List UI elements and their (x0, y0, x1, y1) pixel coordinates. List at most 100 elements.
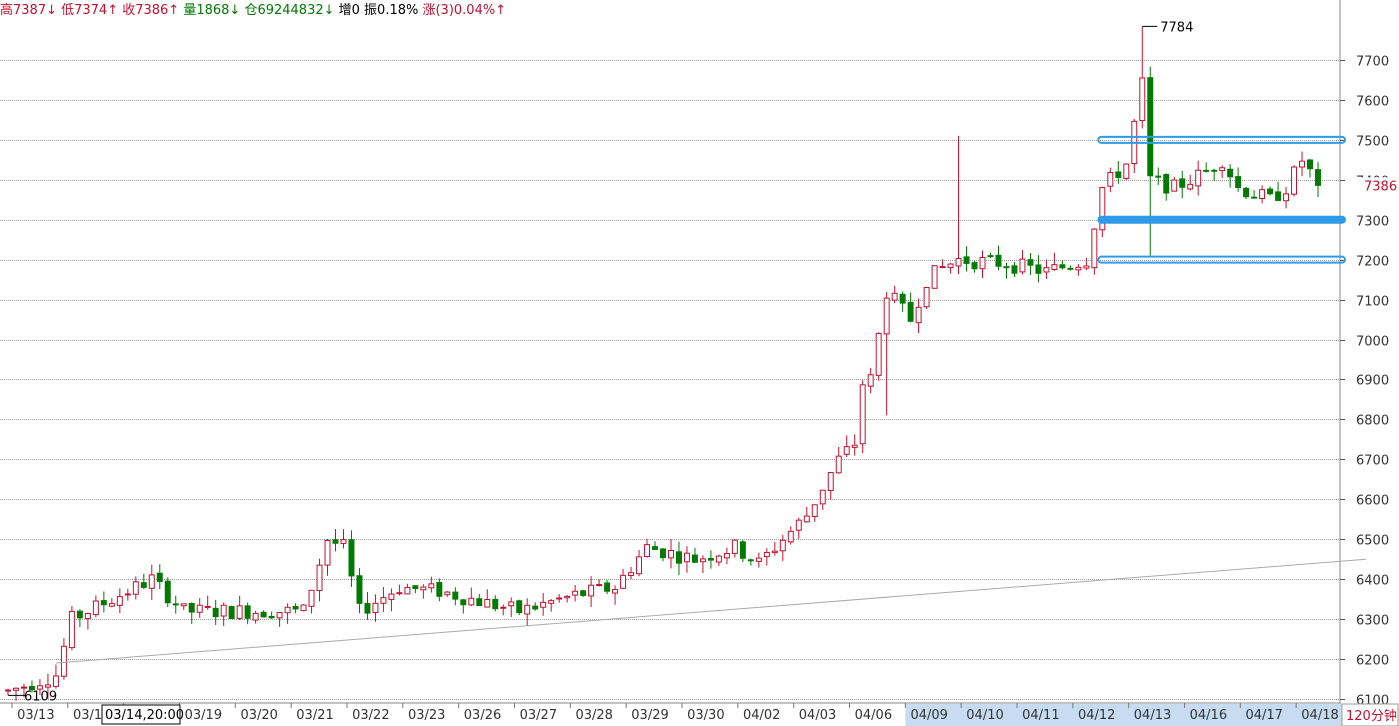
candle-up (524, 604, 531, 615)
candle-down (739, 541, 746, 559)
candle-down (172, 603, 179, 606)
candle-up (1083, 265, 1090, 269)
candle-up (779, 539, 786, 552)
x-tick-label: 04/09 (910, 708, 947, 723)
candle-up (723, 553, 730, 559)
candle-up (1139, 77, 1146, 122)
candle-down (1203, 169, 1210, 172)
candle-down (971, 262, 978, 270)
candle-up (875, 332, 882, 376)
candle-down (1155, 175, 1162, 178)
candle-up (60, 645, 67, 677)
candle-up (5, 689, 11, 692)
candle-down (260, 611, 267, 618)
candle-down (1027, 259, 1034, 266)
candle-down (604, 582, 611, 592)
candle-down (652, 546, 658, 550)
x-tick-label: 03/19 (185, 708, 222, 723)
x-tick-label: 04/12 (1078, 708, 1115, 723)
candle-up (1291, 166, 1298, 195)
candle-up (540, 601, 547, 608)
candle-up (755, 557, 762, 562)
candle-down (1211, 169, 1218, 172)
candle-down (1179, 178, 1186, 188)
candle-up (316, 564, 323, 592)
x-tick-label: 03/13 (17, 708, 54, 723)
candle-down (660, 548, 666, 559)
trendline (55, 558, 1366, 664)
x-tick-label: 04/18 (1301, 708, 1338, 723)
candle-up (468, 597, 475, 606)
candle-up (1299, 160, 1306, 168)
candle-down (1003, 266, 1010, 269)
candle-up (220, 604, 227, 617)
candle-up (620, 574, 627, 589)
x-tick-label: 04/11 (1022, 708, 1059, 723)
candle-up (947, 263, 954, 269)
y-tick-label: 6200 (1356, 654, 1389, 669)
candle-down (292, 605, 299, 610)
candle-up (92, 600, 99, 616)
x-tick-label: 04/17 (1245, 708, 1282, 723)
candlestick-chart[interactable]: 6100620063006400650066006700680069007000… (0, 0, 1399, 726)
candle-up (628, 572, 635, 577)
candle-down (188, 602, 195, 613)
candle-up (148, 574, 155, 589)
candle-down (436, 582, 443, 597)
candle-up (252, 612, 259, 621)
candle-up (731, 539, 738, 554)
candle-up (1019, 258, 1026, 273)
candle-down (412, 585, 419, 590)
candle-up (20, 686, 27, 689)
candle-up (787, 530, 794, 543)
candle-down (1059, 264, 1066, 269)
candle-up (284, 606, 291, 614)
candle-up (300, 604, 307, 612)
candle-up (108, 603, 115, 607)
candle-down (963, 256, 970, 264)
candle-down (332, 539, 339, 544)
candle-up (763, 551, 770, 558)
candle-up (308, 589, 315, 607)
candle-up (827, 472, 834, 491)
candle-down (1147, 77, 1154, 177)
candle-up (180, 603, 187, 607)
candle-up (923, 286, 930, 308)
candle-up (380, 597, 387, 604)
candle-up (891, 292, 898, 301)
x-tick-label: 04/06 (855, 708, 892, 723)
candle-up (843, 446, 850, 455)
support-resistance-box (1097, 215, 1346, 224)
y-tick-label: 6400 (1356, 574, 1389, 589)
candle-up (236, 605, 243, 619)
candle-up (13, 687, 19, 691)
candle-down (76, 610, 83, 619)
candle-up (1075, 266, 1082, 271)
x-tick-label: 04/03 (799, 708, 836, 723)
candle-down (907, 302, 914, 322)
candle-up (196, 604, 203, 613)
y-tick-label: 6500 (1356, 534, 1389, 549)
candle-up (420, 586, 427, 591)
candle-up (340, 539, 347, 544)
candle-up (939, 266, 946, 269)
candle-down (995, 254, 1002, 267)
candle-up (835, 455, 842, 474)
candle-down (1315, 169, 1321, 186)
candle-up (811, 504, 818, 517)
candle-down (492, 598, 499, 610)
candle-down (1307, 159, 1313, 170)
candle-down (1251, 196, 1258, 199)
candle-down (1243, 187, 1250, 198)
y-tick-label: 6700 (1356, 454, 1389, 469)
candle-up (52, 675, 59, 687)
y-tick-label: 7700 (1356, 55, 1389, 70)
candle-up (851, 444, 858, 448)
candle-up (572, 590, 579, 596)
candle-up (508, 601, 515, 607)
candle-down (1035, 264, 1042, 274)
candle-up (84, 613, 91, 619)
candle-down (747, 559, 754, 562)
candle-down (516, 600, 523, 614)
candle-up (636, 556, 643, 575)
